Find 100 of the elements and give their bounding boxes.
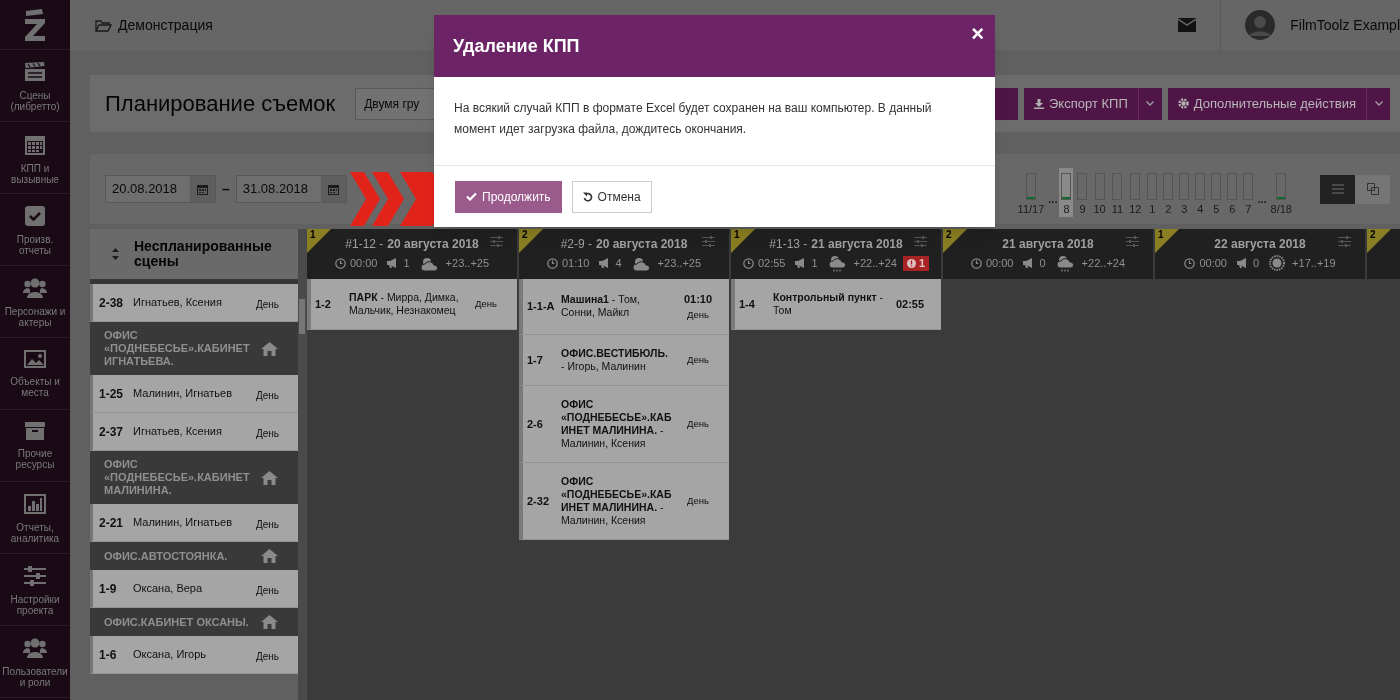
filter-icon[interactable] [914, 236, 927, 247]
day-date: 20 августа 2018 [596, 236, 688, 251]
box-icon [25, 422, 45, 440]
day-number: #1-12 - [345, 236, 384, 251]
temperature: +17..+19 [1292, 255, 1336, 271]
cancel-button[interactable]: Отмена [571, 180, 652, 213]
caret-icon [1146, 101, 1155, 106]
sidebar-item[interactable]: Прочие ресурсы [0, 410, 70, 482]
temperature: +22..+24 [853, 255, 897, 271]
filter-icon[interactable] [490, 236, 503, 247]
sort-icon[interactable] [112, 248, 119, 260]
home-icon [261, 341, 278, 356]
rain-cloud-icon [827, 254, 847, 272]
scene-card[interactable]: 1-9 Оксана, Вера День [90, 570, 298, 608]
scene-number: 1-2 [315, 296, 332, 312]
gear-icon [1177, 98, 1189, 109]
time-of-day: День [256, 426, 280, 441]
caret-icon [1374, 101, 1383, 106]
scene-card[interactable]: 1-4 Контрольный пункт - Том 02:55 [731, 279, 941, 330]
mail-icon[interactable] [1178, 18, 1197, 32]
sliders-icon [24, 566, 46, 586]
scrollbar-track[interactable] [298, 229, 307, 700]
day-time: 00:00 [1199, 255, 1227, 271]
close-button[interactable]: × [971, 23, 984, 45]
sidebar-item[interactable]: Произв. отчеты [0, 194, 70, 266]
corner-badge: 2 [519, 229, 543, 253]
day-header[interactable]: 2 21 августа 2018 00:00 0 +22..+24 [943, 229, 1153, 279]
timeline-label: 11 [1111, 203, 1124, 215]
call-count: 0 [1039, 255, 1046, 271]
day-date: 20 августа 2018 [387, 236, 479, 251]
download-icon [1034, 98, 1044, 109]
filter-icon[interactable] [702, 236, 715, 247]
date-field[interactable]: 31.08.2018 [235, 175, 347, 203]
scene-card[interactable]: 2-37 Игнатьев, Ксения День [90, 413, 298, 451]
scene-duration: 01:10 [683, 292, 713, 307]
day-header[interactable]: 2 #2-9 - 20 августа 2018 01:10 4 +23..+25 [519, 229, 729, 279]
time-of-day: День [475, 296, 497, 312]
filter-icon[interactable] [1126, 236, 1139, 247]
day-header[interactable]: 1 #1-13 - 21 августа 2018 02:55 1 +22..+24 1 [731, 229, 941, 279]
day-time: 00:00 [985, 255, 1014, 271]
sidebar-item[interactable]: Персонажи и актеры [0, 266, 70, 338]
location-name: ОФИС.КАБИНЕТ ОКСАНЫ. [104, 615, 250, 629]
time-of-day: День [687, 416, 709, 431]
avatar-icon[interactable] [1245, 10, 1276, 40]
scene-card[interactable]: 1-25 Малинин, Игнатьев День [90, 375, 298, 413]
clock-icon [742, 257, 754, 269]
timeline-label: 7 [1245, 203, 1252, 215]
scene-card[interactable]: 2-6 ОФИС «ПОДНЕБЕСЬЕ».КАБИНЕТ МАЛИНИНА. - Малинин, Ксения День [519, 385, 729, 463]
sidebar-item[interactable]: Отчеты, аналитика [0, 482, 70, 554]
time-of-day: День [256, 583, 280, 598]
scene-cast: Малинин, Игнатьев [133, 515, 233, 531]
home-icon [261, 615, 278, 629]
scene-number: 1-25 [99, 385, 125, 403]
cloud-sun-icon [631, 255, 651, 271]
scene-card[interactable]: 2-21 Малинин, Игнатьев День [90, 504, 298, 542]
day-time: 00:00 [349, 255, 378, 271]
scrollbar-thumb[interactable] [299, 299, 305, 334]
sidebar-item[interactable]: Объекты и места [0, 338, 70, 410]
sidebar-item[interactable]: КПП и вызывные [0, 122, 70, 194]
sidebar-item[interactable]: Пользователи и роли [0, 626, 70, 698]
timeline-label: 3 [1181, 203, 1188, 215]
timeline-label: 12 [1129, 203, 1142, 215]
clapperboard-icon [24, 62, 46, 82]
user-name[interactable]: FilmToolz Exampl [1290, 14, 1400, 36]
view-toggle[interactable] [1355, 174, 1390, 204]
call-count: 1 [811, 255, 818, 271]
sidebar-item[interactable]: Настройки проекта [0, 554, 70, 626]
bar-chart-icon [24, 494, 46, 514]
scene-card[interactable]: 1-7 ОФИС.ВЕСТИБЮЛЬ. - Игорь, Малинин День [519, 334, 729, 386]
alert-badge[interactable]: 1 [903, 255, 930, 271]
timeline-label: 8 [1063, 203, 1070, 215]
timeline-label: 6 [1229, 203, 1236, 215]
timeline-bar[interactable]: 8 [1059, 168, 1074, 217]
day-header[interactable]: 2 [1367, 229, 1400, 279]
time-of-day: День [256, 297, 280, 312]
sidebar-item[interactable]: Сцены (либретто) [0, 50, 70, 122]
scene-description: Машина1 - Том, Сонни, Майкл [561, 293, 641, 320]
logo-icon[interactable] [24, 8, 46, 41]
scene-card[interactable]: 2-38 Игнатьев, Ксения День [90, 284, 298, 322]
scene-description: ОФИС.ВЕСТИБЮЛЬ. - Игорь, Малинин [561, 346, 669, 373]
sun-icon [1269, 255, 1286, 271]
temperature: +23..+25 [657, 255, 702, 271]
time-of-day: День [687, 493, 709, 508]
scene-card[interactable]: 1-6 Оксана, Игорь День [90, 636, 298, 674]
view-toggle[interactable] [1320, 174, 1355, 204]
check-icon [466, 192, 477, 201]
continue-button[interactable]: Продолжить [455, 180, 562, 213]
scene-cast: Малинин, Игнатьев [133, 386, 233, 402]
day-header[interactable]: 1 #1-12 - 20 августа 2018 00:00 1 +23..+25 [307, 229, 517, 279]
users-icon [23, 638, 47, 658]
time-of-day: День [256, 388, 280, 403]
project-name[interactable]: Демонстрация [118, 14, 213, 36]
date-field[interactable]: 20.08.2018 [105, 175, 216, 203]
filter-icon[interactable] [1338, 236, 1351, 247]
day-time: 01:10 [561, 255, 590, 271]
call-count: 4 [615, 255, 622, 271]
scene-card[interactable]: 2-32 ОФИС «ПОДНЕБЕСЬЕ».КАБИНЕТ МАЛИНИНА. - Малинин, Ксения День [519, 462, 729, 540]
temperature: +22..+24 [1081, 255, 1126, 271]
scene-card[interactable]: 1-2 ПАРК - Мирра, Димка, Мальчик, Незнакомец День [307, 279, 517, 330]
day-header[interactable]: 1 22 августа 2018 00:00 0 +17..+19 [1155, 229, 1365, 279]
